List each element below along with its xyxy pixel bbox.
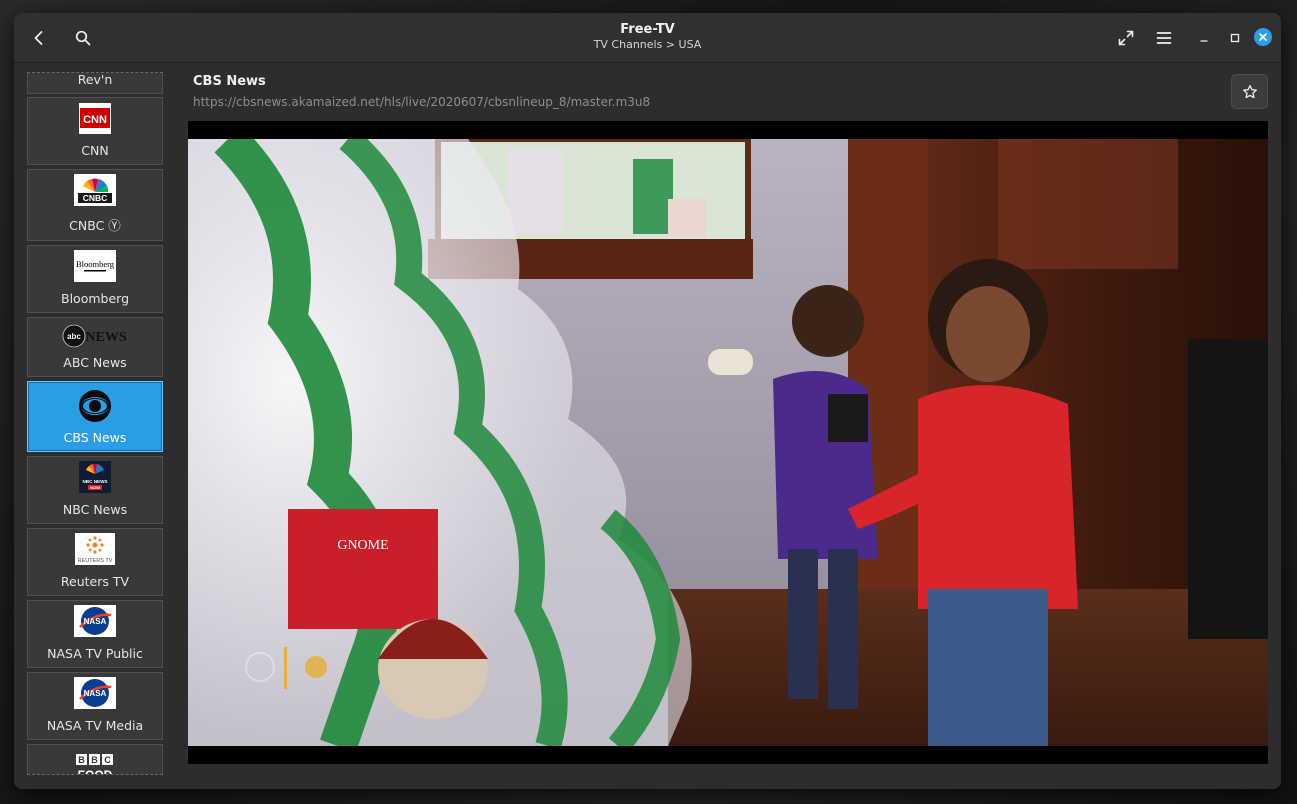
stream-url: https://cbsnews.akamaized.net/hls/live/2…: [193, 95, 651, 109]
channel-label: NASA TV Public: [47, 646, 143, 661]
channel-label: CNN: [81, 143, 109, 158]
minimize-icon: [1200, 40, 1208, 42]
cnbc-logo: CNBC: [74, 174, 116, 206]
chevron-left-icon: [34, 31, 43, 45]
maximize-button[interactable]: [1222, 22, 1248, 54]
window-title: Free-TV: [620, 22, 675, 37]
hamburger-menu-icon: [1156, 32, 1172, 44]
main-menu-button[interactable]: [1148, 22, 1180, 54]
minimize-button[interactable]: [1191, 22, 1217, 54]
content-area: Rev'n CNN CNN CNBC CNBC Ⓨ Bloomberg Bloo…: [14, 64, 1281, 789]
svg-text:NOW: NOW: [90, 485, 100, 490]
maximize-icon: [1230, 33, 1240, 43]
video-frame[interactable]: GNOME: [188, 139, 1268, 746]
bbc-food-logo: B B C FOOD: [73, 753, 117, 775]
header-bar: Free-TV TV Channels > USA: [14, 13, 1281, 63]
window-subtitle: TV Channels > USA: [593, 38, 702, 51]
close-button[interactable]: [1254, 28, 1272, 46]
fullscreen-icon: [1118, 30, 1134, 46]
svg-text:B: B: [78, 755, 85, 765]
svg-text:CNBC: CNBC: [83, 193, 108, 203]
svg-text:B: B: [91, 755, 98, 765]
channel-item-cbs-news[interactable]: CBS News: [27, 381, 163, 452]
close-icon: [1259, 33, 1267, 41]
channel-label: Reuters TV: [60, 574, 130, 589]
nasa-logo: NASA: [74, 605, 116, 637]
svg-text:Bloomberg: Bloomberg: [76, 259, 115, 269]
fullscreen-button[interactable]: [1110, 22, 1142, 54]
svg-text:NASA: NASA: [84, 617, 107, 626]
channel-label: NBC News: [62, 502, 128, 517]
svg-text:C: C: [104, 755, 111, 765]
channel-label: NASA TV Media: [46, 718, 144, 733]
channel-item-reuters-tv[interactable]: REUTERS TV Reuters TV: [27, 528, 163, 596]
channel-item-cnbc[interactable]: CNBC CNBC Ⓨ: [27, 169, 163, 241]
bloomberg-logo: Bloomberg: [74, 250, 116, 282]
svg-text:GNOME: GNOME: [337, 538, 388, 553]
channel-label: CBS News: [63, 430, 127, 445]
nasa-logo: NASA: [74, 677, 116, 709]
star-icon: [1242, 84, 1257, 98]
channel-item-cnn[interactable]: CNN CNN: [27, 97, 163, 165]
svg-text:FOOD: FOOD: [78, 768, 113, 775]
svg-text:abc: abc: [67, 332, 81, 341]
svg-text:NEWS: NEWS: [85, 330, 126, 345]
channel-item-abc-news[interactable]: abc NEWS ABC News: [27, 317, 163, 377]
svg-text:REUTERS TV: REUTERS TV: [78, 558, 113, 564]
cbs-eye-logo: [78, 389, 112, 423]
channel-item-revn[interactable]: Rev'n: [27, 72, 163, 94]
video-player[interactable]: GNOME: [188, 121, 1268, 764]
search-icon: [75, 30, 91, 46]
nbc-news-logo: NBC NEWS NOW: [79, 461, 111, 493]
channel-label: Bloomberg: [61, 291, 129, 306]
svg-text:CNN: CNN: [83, 114, 107, 126]
channel-label: ABC News: [63, 355, 127, 370]
app-window: Free-TV TV Channels > USA Rev'n CNN CNN …: [14, 13, 1281, 789]
channel-item-nasa-tv-media[interactable]: NASA NASA TV Media: [27, 672, 163, 740]
channel-label: Rev'n: [77, 72, 113, 87]
video-image: GNOME: [188, 139, 1268, 746]
channel-label: CNBC Ⓨ: [69, 218, 121, 233]
title-block: Free-TV TV Channels > USA: [14, 22, 1281, 51]
channel-list[interactable]: Rev'n CNN CNN CNBC CNBC Ⓨ Bloomberg Bloo…: [27, 72, 163, 775]
channel-title: CBS News: [193, 74, 266, 89]
cnn-logo: CNN: [79, 103, 111, 134]
favorite-button[interactable]: [1231, 74, 1268, 109]
channel-item-nbc-news[interactable]: NBC NEWS NOW NBC News: [27, 456, 163, 524]
reuters-logo: REUTERS TV: [75, 533, 115, 565]
channel-item-bloomberg[interactable]: Bloomberg Bloomberg: [27, 245, 163, 313]
channel-item-nasa-tv-public[interactable]: NASA NASA TV Public: [27, 600, 163, 668]
search-button[interactable]: [67, 22, 99, 54]
abc-news-logo: abc NEWS: [62, 323, 128, 349]
back-button[interactable]: [23, 22, 55, 54]
channel-item-bbc-food[interactable]: B B C FOOD: [27, 744, 163, 775]
svg-text:NBC NEWS: NBC NEWS: [82, 479, 107, 484]
svg-text:NASA: NASA: [84, 689, 107, 698]
